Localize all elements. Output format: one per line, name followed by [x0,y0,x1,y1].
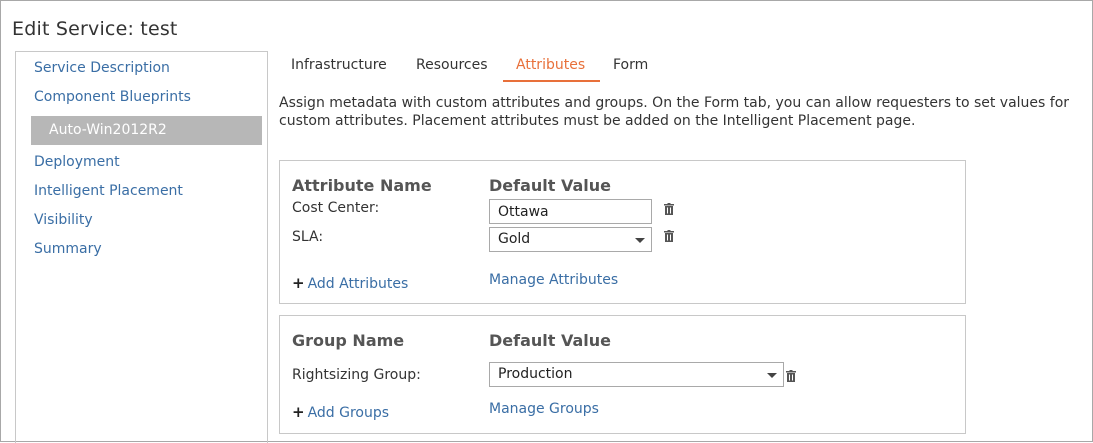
attributes-description: Assign metadata with custom attributes a… [279,95,1070,129]
sidebar-item-deployment[interactable]: Deployment [34,154,120,170]
group-name-header: Group Name [292,331,405,350]
sla-select[interactable]: Gold [489,227,652,252]
sla-selected-value: Gold [498,231,531,247]
chevron-down-icon [767,373,777,378]
manage-attributes-link[interactable]: Manage Attributes [489,272,618,288]
sidebar-item-component-blueprints[interactable]: Component Blueprints [34,89,191,105]
sidebar-item-auto-win2012r2[interactable]: Auto-Win2012R2 [31,116,262,145]
active-tab-indicator [503,80,600,82]
add-attributes-label: Add Attributes [307,276,409,292]
tab-infrastructure[interactable]: Infrastructure [291,57,387,73]
delete-rightsizing-group-icon[interactable] [786,370,796,382]
delete-sla-icon[interactable] [664,230,674,242]
cost-center-input[interactable] [489,199,652,224]
delete-cost-center-icon[interactable] [664,203,674,215]
groups-panel: Group Name Default Value Rightsizing Gro… [279,315,966,434]
sidebar-item-summary[interactable]: Summary [34,241,102,257]
sla-label: SLA: [292,229,324,245]
attribute-name-header: Attribute Name [292,176,432,195]
page-title: Edit Service: test [12,18,178,40]
sidebar-item-service-description[interactable]: Service Description [34,60,170,76]
tab-form[interactable]: Form [613,57,648,73]
group-default-value-header: Default Value [489,331,612,350]
manage-groups-link[interactable]: Manage Groups [489,401,599,417]
add-attributes-link[interactable]: + Add Attributes [292,274,408,292]
attribute-default-value-header: Default Value [489,176,612,195]
rightsizing-group-label: Rightsizing Group: [292,367,421,383]
rightsizing-group-select[interactable]: Production [489,362,784,387]
chevron-down-icon [635,238,645,243]
add-groups-label: Add Groups [307,405,390,421]
sidebar-item-visibility[interactable]: Visibility [34,212,93,228]
attributes-panel: Attribute Name Default Value Cost Center… [279,160,966,304]
plus-icon: + [292,403,305,421]
plus-icon: + [292,274,305,292]
tab-resources[interactable]: Resources [416,57,488,73]
add-groups-link[interactable]: + Add Groups [292,403,389,421]
sidebar-nav: Service Description Component Blueprints… [15,51,268,443]
cost-center-label: Cost Center: [292,200,380,216]
tab-attributes[interactable]: Attributes [516,57,585,73]
rightsizing-group-selected-value: Production [498,366,573,382]
sidebar-item-intelligent-placement[interactable]: Intelligent Placement [34,183,183,199]
